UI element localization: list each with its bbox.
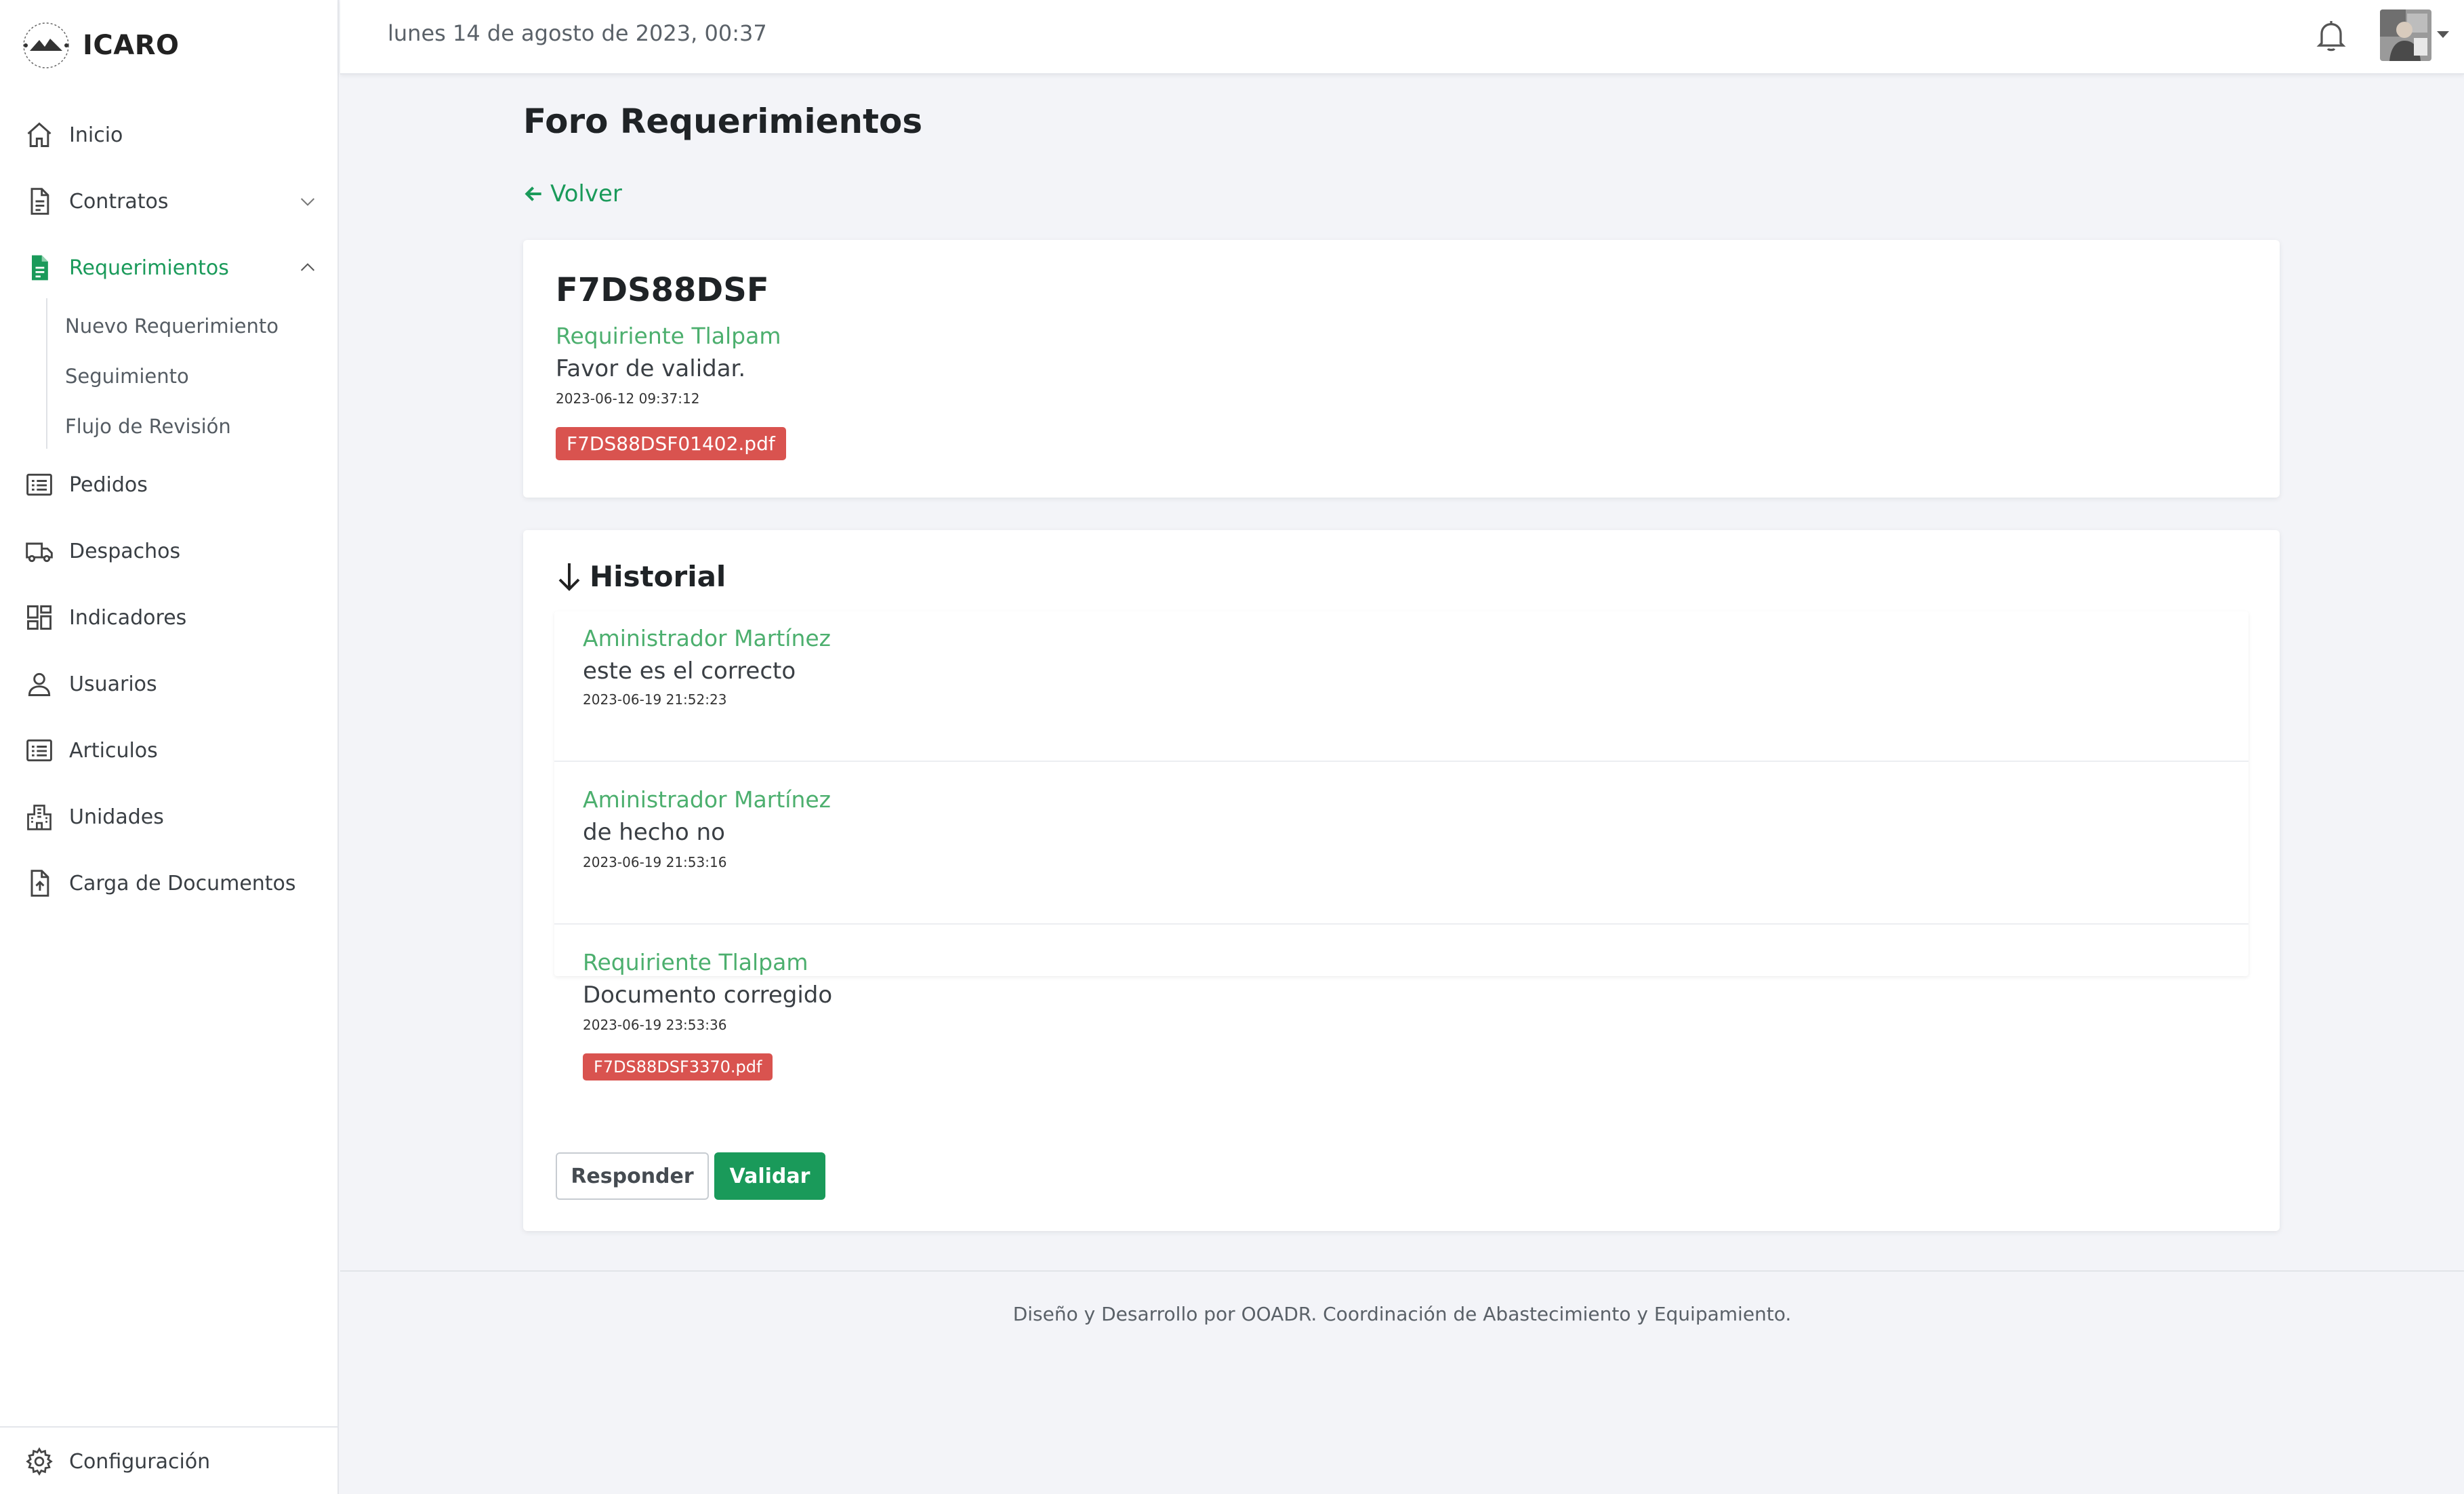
gear-icon: [26, 1447, 53, 1476]
arrow-down-icon: [558, 563, 580, 591]
sidebar-item-usuarios[interactable]: Usuarios: [0, 660, 339, 708]
sidebar-item-label: Inicio: [69, 123, 123, 147]
footer-credits: Diseño y Desarrollo por OOADR. Coordinac…: [1012, 1303, 1792, 1325]
sidebar-item-requerimientos[interactable]: Requerimientos: [0, 244, 339, 291]
sidebar-item-label: Unidades: [69, 805, 164, 829]
submenu-guide-line: [46, 298, 47, 449]
sidebar-item-label: Configuración: [69, 1449, 211, 1474]
sidebar-item-pedidos[interactable]: Pedidos: [0, 461, 339, 508]
sidebar-item-label: Despachos: [69, 539, 181, 563]
entry-author: Requiriente Tlalpam: [583, 949, 808, 975]
entry-message: este es el correcto: [583, 658, 796, 685]
list-icon: [26, 473, 52, 496]
sidebar-item-label: Indicadores: [69, 605, 187, 630]
page-title: Foro Requerimientos: [523, 102, 923, 141]
sidebar-subitem-nuevo-requerimiento[interactable]: Nuevo Requerimiento: [65, 307, 279, 345]
request-author: Requiriente Tlalpam: [556, 323, 781, 349]
list-icon: [26, 739, 52, 762]
sidebar-item-label: Requerimientos: [69, 256, 229, 280]
sidebar-item-despachos[interactable]: Despachos: [0, 527, 339, 575]
entry-message: de hecho no: [583, 819, 725, 846]
back-link[interactable]: Volver: [523, 180, 622, 207]
reply-button[interactable]: Responder: [556, 1152, 709, 1200]
sidebar-item-label: Contratos: [69, 189, 169, 214]
request-attachment[interactable]: F7DS88DSF01402.pdf: [556, 427, 786, 460]
sidebar-item-label: Pedidos: [69, 472, 148, 497]
history-card: Historial Aministrador Martínez este es …: [523, 530, 2280, 1231]
back-link-label: Volver: [550, 180, 622, 207]
app-root: ICARO Inicio Contratos Requerimientos Nu…: [0, 0, 2464, 1494]
sidebar: ICARO Inicio Contratos Requerimientos Nu…: [0, 0, 339, 1494]
sidebar-item-unidades[interactable]: Unidades: [0, 793, 339, 841]
request-timestamp: 2023-06-12 09:37:12: [556, 390, 700, 407]
sidebar-footer: Configuración: [0, 1426, 339, 1494]
request-message: Favor de validar.: [556, 355, 746, 382]
sidebar-item-indicadores[interactable]: Indicadores: [0, 594, 339, 641]
building-icon: [27, 805, 52, 830]
topbar: lunes 14 de agosto de 2023, 00:37: [340, 0, 2464, 75]
document-filled-icon: [32, 255, 48, 281]
sidebar-item-contratos[interactable]: Contratos: [0, 178, 339, 225]
entry-attachment[interactable]: F7DS88DSF3370.pdf: [583, 1053, 773, 1081]
sidebar-item-carga-documentos[interactable]: Carga de Documentos: [0, 860, 339, 907]
sidebar-item-label: Usuarios: [69, 672, 157, 696]
chevron-down-icon[interactable]: [297, 190, 319, 212]
user-icon: [28, 672, 51, 696]
sidebar-item-inicio[interactable]: Inicio: [0, 111, 339, 159]
upload-file-icon: [30, 870, 49, 897]
truck-icon: [26, 542, 53, 563]
chevron-up-icon[interactable]: [297, 257, 319, 279]
footer-divider: [340, 1270, 2464, 1272]
list-item: Aministrador Martínez este es el correct…: [554, 611, 2249, 762]
sidebar-item-articulos[interactable]: Articulos: [0, 727, 339, 774]
entry-author: Aministrador Martínez: [583, 625, 831, 651]
request-code: F7DS88DSF: [556, 271, 769, 309]
entry-timestamp: 2023-06-19 21:52:23: [583, 691, 727, 708]
history-title: Historial: [590, 560, 726, 593]
sidebar-item-configuracion[interactable]: Configuración: [0, 1438, 339, 1485]
brand[interactable]: ICARO: [20, 19, 180, 72]
avatar[interactable]: [2380, 9, 2431, 61]
history-list: Aministrador Martínez este es el correct…: [554, 611, 2249, 1081]
sidebar-subitem-flujo-revision[interactable]: Flujo de Revisión: [65, 407, 231, 445]
entry-message: Documento corregido: [583, 982, 833, 1009]
app-name: ICARO: [83, 30, 180, 61]
list-item: Requiriente Tlalpam Documento corregido …: [554, 925, 2249, 1140]
validate-button[interactable]: Validar: [714, 1152, 825, 1200]
current-date: lunes 14 de agosto de 2023, 00:37: [388, 20, 767, 46]
arrow-left-icon: [525, 186, 541, 201]
sidebar-item-label: Articulos: [69, 738, 158, 763]
dashboard-icon: [27, 605, 52, 630]
list-item: Aministrador Martínez de hecho no 2023-0…: [554, 762, 2249, 925]
entry-timestamp: 2023-06-19 23:53:36: [583, 1017, 727, 1033]
logo-icon: [23, 22, 69, 68]
history-header: Historial: [556, 560, 726, 593]
bell-icon[interactable]: [2312, 16, 2350, 54]
request-card: F7DS88DSF Requiriente Tlalpam Favor de v…: [523, 240, 2280, 498]
avatar-image: [2380, 9, 2431, 61]
document-icon: [30, 188, 49, 215]
avatar-dropdown-caret[interactable]: [2437, 31, 2449, 38]
sidebar-item-label: Carga de Documentos: [69, 871, 296, 895]
sidebar-subitem-seguimiento[interactable]: Seguimiento: [65, 357, 189, 395]
entry-timestamp: 2023-06-19 21:53:16: [583, 854, 727, 870]
home-icon: [27, 122, 52, 147]
entry-author: Aministrador Martínez: [583, 786, 831, 813]
